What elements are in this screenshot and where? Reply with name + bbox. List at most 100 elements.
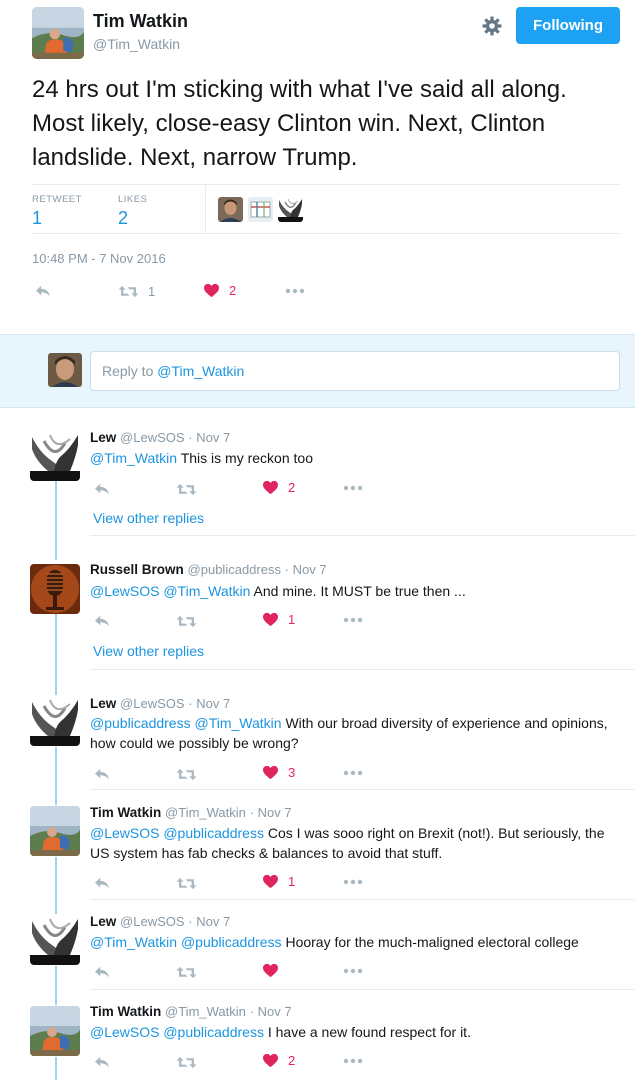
retweet-button[interactable] bbox=[176, 965, 197, 980]
retweet-button[interactable] bbox=[176, 767, 197, 782]
reply-date[interactable]: · Nov 7 bbox=[188, 696, 230, 711]
like-button[interactable]: 2 bbox=[262, 1053, 295, 1068]
liker-avatars bbox=[218, 197, 303, 222]
reply-mentions[interactable]: @LewSOS @publicaddress bbox=[90, 825, 264, 841]
likes-count: 2 bbox=[118, 208, 129, 228]
more-button[interactable] bbox=[343, 879, 363, 885]
reply-author-handle[interactable]: @LewSOS bbox=[120, 696, 185, 711]
reply-mentions[interactable]: @LewSOS @publicaddress bbox=[90, 1024, 264, 1040]
more-icon bbox=[343, 485, 363, 491]
like-button[interactable]: 2 bbox=[262, 480, 295, 495]
like-count: 1 bbox=[288, 612, 296, 627]
view-other-replies-link[interactable]: View other replies bbox=[93, 510, 204, 526]
liker-avatar[interactable] bbox=[248, 197, 273, 222]
reply-mentions[interactable]: @LewSOS @Tim_Watkin bbox=[90, 583, 250, 599]
reply-button[interactable] bbox=[93, 965, 111, 979]
retweet-button[interactable] bbox=[176, 876, 197, 891]
reply-mentions[interactable]: @publicaddress @Tim_Watkin bbox=[90, 715, 282, 731]
reply-date[interactable]: · Nov 7 bbox=[250, 1004, 292, 1019]
more-button[interactable] bbox=[343, 968, 363, 974]
like-button[interactable]: 3 bbox=[262, 765, 295, 780]
like-button[interactable]: 1 bbox=[262, 874, 295, 889]
reply-text: @LewSOS @publicaddress I have a new foun… bbox=[90, 1022, 620, 1042]
reply-avatar[interactable] bbox=[30, 806, 80, 856]
retweet-icon bbox=[118, 284, 139, 299]
more-button[interactable] bbox=[285, 288, 305, 294]
retweet-button[interactable] bbox=[176, 1055, 197, 1070]
reply-author-handle[interactable]: @LewSOS bbox=[120, 914, 185, 929]
view-other-replies-link[interactable]: View other replies bbox=[93, 643, 204, 659]
reply-avatar[interactable] bbox=[30, 1006, 80, 1056]
more-icon bbox=[343, 1058, 363, 1064]
reply-placeholder-prefix: Reply to bbox=[102, 363, 158, 379]
reply-button[interactable] bbox=[93, 1055, 111, 1069]
heart-icon bbox=[262, 963, 279, 978]
reply-mentions[interactable]: @Tim_Watkin bbox=[90, 450, 177, 466]
reply-avatar[interactable] bbox=[30, 564, 80, 614]
retweet-stat-label: RETWEET bbox=[32, 194, 82, 205]
reply-button[interactable] bbox=[93, 767, 111, 781]
reply-avatar[interactable] bbox=[30, 696, 80, 746]
liker-avatar[interactable] bbox=[278, 197, 303, 222]
reply-date[interactable]: · Nov 7 bbox=[250, 805, 292, 820]
likes-stat[interactable]: LIKES 2 bbox=[118, 194, 147, 229]
reply-author-name[interactable]: Russell Brown bbox=[90, 562, 184, 577]
stats-divider bbox=[205, 185, 206, 234]
reply-date[interactable]: · Nov 7 bbox=[285, 562, 327, 577]
reply-author-handle[interactable]: @LewSOS bbox=[120, 430, 185, 445]
more-button[interactable] bbox=[343, 770, 363, 776]
gear-icon[interactable] bbox=[481, 15, 503, 37]
divider bbox=[90, 535, 635, 536]
heart-icon bbox=[262, 480, 279, 495]
more-button[interactable] bbox=[343, 617, 363, 623]
heart-icon bbox=[262, 612, 279, 627]
like-button[interactable]: 2 bbox=[203, 283, 236, 298]
reply-icon bbox=[93, 965, 111, 979]
reply-avatar[interactable] bbox=[30, 915, 80, 965]
reply-button[interactable] bbox=[93, 876, 111, 890]
divider bbox=[90, 989, 635, 990]
reply-author-name[interactable]: Lew bbox=[90, 914, 116, 929]
reply-placeholder-mention: @Tim_Watkin bbox=[157, 363, 245, 379]
reply-button[interactable] bbox=[93, 614, 111, 628]
reply-body: And mine. It MUST be true then ... bbox=[250, 583, 466, 599]
tweet-timestamp[interactable]: 10:48 PM - 7 Nov 2016 bbox=[32, 251, 166, 266]
reply-date[interactable]: · Nov 7 bbox=[188, 430, 230, 445]
like-count: 2 bbox=[288, 1053, 296, 1068]
more-button[interactable] bbox=[343, 1058, 363, 1064]
reply-mentions[interactable]: @Tim_Watkin @publicaddress bbox=[90, 934, 282, 950]
reply-author-name[interactable]: Tim Watkin bbox=[90, 1004, 161, 1019]
reply-author-name[interactable]: Tim Watkin bbox=[90, 805, 161, 820]
reply-input[interactable]: Reply to @Tim_Watkin bbox=[90, 351, 620, 391]
more-button[interactable] bbox=[343, 485, 363, 491]
reply-author-handle[interactable]: @publicaddress bbox=[188, 562, 281, 577]
retweet-button[interactable] bbox=[176, 482, 197, 497]
reply-icon bbox=[93, 482, 111, 496]
like-button[interactable]: 1 bbox=[262, 612, 295, 627]
author-handle[interactable]: @Tim_Watkin bbox=[93, 36, 180, 52]
reply-icon bbox=[93, 614, 111, 628]
reply-button[interactable] bbox=[34, 284, 52, 298]
reply-button[interactable] bbox=[93, 482, 111, 496]
liker-avatar[interactable] bbox=[218, 197, 243, 222]
retweet-stat[interactable]: RETWEET 1 bbox=[32, 194, 82, 229]
like-action-count: 2 bbox=[229, 283, 237, 298]
reply-header: Lew @LewSOS · Nov 7 bbox=[90, 430, 230, 445]
reply-author-name[interactable]: Lew bbox=[90, 696, 116, 711]
tweet-stats: RETWEET 1 LIKES 2 bbox=[32, 184, 620, 234]
reply-author-name[interactable]: Lew bbox=[90, 430, 116, 445]
reply-avatar[interactable] bbox=[30, 431, 80, 481]
reply-date[interactable]: · Nov 7 bbox=[188, 914, 230, 929]
following-button[interactable]: Following bbox=[516, 7, 620, 44]
reply-author-handle[interactable]: @Tim_Watkin bbox=[165, 1004, 246, 1019]
likes-stat-label: LIKES bbox=[118, 194, 148, 205]
reply-author-handle[interactable]: @Tim_Watkin bbox=[165, 805, 246, 820]
retweet-button[interactable] bbox=[176, 614, 197, 629]
like-button[interactable] bbox=[262, 963, 288, 978]
author-name[interactable]: Tim Watkin bbox=[93, 11, 188, 32]
thread-connector bbox=[55, 1057, 57, 1080]
reply-icon bbox=[34, 284, 52, 298]
reply-body: This is my reckon too bbox=[177, 450, 313, 466]
retweet-button[interactable]: 1 bbox=[118, 284, 155, 299]
author-avatar[interactable] bbox=[32, 7, 84, 59]
